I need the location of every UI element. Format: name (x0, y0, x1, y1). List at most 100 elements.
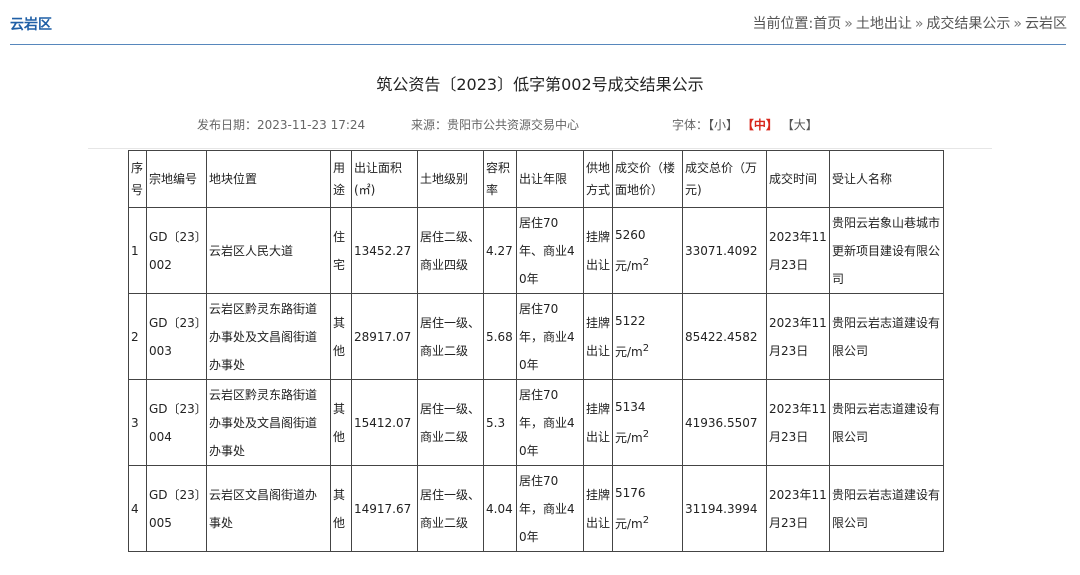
cell-no: 4 (128, 465, 147, 552)
cell-assignee: 贵阳云岩志道建设有限公司 (829, 465, 944, 552)
cell-far: 5.68 (483, 293, 517, 380)
publish-date: 发布日期：2023-11-23 17:24 (197, 116, 365, 133)
cell-total: 85422.4582 (682, 293, 767, 380)
breadcrumb-separator: » (844, 16, 853, 32)
cell-area: 15412.07 (351, 379, 418, 466)
cell-method: 挂牌出让 (583, 207, 613, 294)
header-price: 成交价（楼面地价） (612, 150, 683, 208)
cell-no: 2 (128, 293, 147, 380)
cell-assignee: 贵阳云岩象山巷城市更新项目建设有限公司 (829, 207, 944, 294)
price-value: 5134 (615, 400, 646, 414)
cell-code: GD〔23〕004 (146, 379, 207, 466)
header-total: 成交总价（万元) (682, 150, 767, 208)
cell-no: 1 (128, 207, 147, 294)
cell-location: 云岩区黔灵东路街道办事处及文昌阁街道办事处 (206, 293, 331, 380)
source: 来源：贵阳市公共资源交易中心 (411, 116, 579, 133)
cell-method: 挂牌出让 (583, 293, 613, 380)
cell-assignee: 贵阳云岩志道建设有限公司 (829, 293, 944, 380)
header-method: 供地方式 (583, 150, 613, 208)
cell-location: 云岩区人民大道 (206, 207, 331, 294)
cell-date: 2023年11月23日 (766, 465, 830, 552)
publish-date-value: 2023-11-23 17:24 (257, 118, 366, 132)
cell-area: 14917.67 (351, 465, 418, 552)
cell-location: 云岩区黔灵东路街道办事处及文昌阁街道办事处 (206, 379, 331, 466)
header-code: 宗地编号 (146, 150, 207, 208)
breadcrumb-separator: » (1013, 16, 1022, 32)
cell-price: 5122 元/m2 (612, 293, 683, 380)
cell-use: 其他 (330, 465, 352, 552)
cell-area: 13452.27 (351, 207, 418, 294)
price-unit-exponent: 2 (642, 515, 650, 526)
cell-far: 4.27 (483, 207, 517, 294)
source-value: 贵阳市公共资源交易中心 (447, 118, 580, 132)
price-value: 5260 (615, 228, 646, 242)
font-size-medium-button[interactable]: 【中】 (742, 118, 778, 132)
price-unit-exponent: 2 (642, 343, 650, 354)
breadcrumb-item-district[interactable]: 云岩区 (1025, 16, 1067, 32)
cell-date: 2023年11月23日 (766, 293, 830, 380)
table-header-row: 序号 宗地编号 地块位置 用途 出让面积(㎡) 土地级别 容积率 出让年限 供地… (128, 150, 944, 208)
cell-total: 33071.4092 (682, 207, 767, 294)
cell-location: 云岩区文昌阁街道办事处 (206, 465, 331, 552)
notice-title: 筑公资告〔2023〕低字第002号成交结果公示 (376, 75, 704, 94)
price-value: 5176 (615, 486, 646, 500)
header-date: 成交时间 (766, 150, 830, 208)
cell-total: 31194.3994 (682, 465, 767, 552)
breadcrumb-item-results[interactable]: 成交结果公示 (926, 16, 1010, 32)
header-divider (10, 44, 1066, 45)
font-size-large-button[interactable]: 【大】 (782, 118, 818, 132)
table-row: 1 GD〔23〕002 云岩区人民大道 住宅 13452.27 居住二级、商业四… (128, 207, 944, 294)
header-area: 出让面积(㎡) (351, 150, 418, 208)
price-unit: 元/m (615, 259, 643, 273)
cell-total: 41936.5507 (682, 379, 767, 466)
breadcrumb-prefix: 当前位置: (752, 16, 814, 32)
cell-code: GD〔23〕005 (146, 465, 207, 552)
result-table: 序号 宗地编号 地块位置 用途 出让面积(㎡) 土地级别 容积率 出让年限 供地… (128, 150, 944, 552)
source-label: 来源： (411, 118, 448, 132)
cell-term: 居住70年、商业40年 (516, 207, 584, 294)
cell-code: GD〔23〕002 (146, 207, 207, 294)
cell-level: 居住一级、商业二级 (417, 293, 484, 380)
cell-level: 居住二级、商业四级 (417, 207, 484, 294)
section-title[interactable]: 云岩区 (10, 14, 52, 34)
cell-term: 居住70年，商业40年 (516, 293, 584, 380)
header-assignee: 受让人名称 (829, 150, 944, 208)
header-location: 地块位置 (206, 150, 331, 208)
table-row: 3 GD〔23〕004 云岩区黔灵东路街道办事处及文昌阁街道办事处 其他 154… (128, 379, 944, 466)
header-level: 土地级别 (417, 150, 484, 208)
cell-use: 其他 (330, 379, 352, 466)
cell-method: 挂牌出让 (583, 465, 613, 552)
cell-date: 2023年11月23日 (766, 379, 830, 466)
meta-divider (88, 148, 992, 149)
cell-level: 居住一级、商业二级 (417, 465, 484, 552)
cell-use: 其他 (330, 293, 352, 380)
table-row: 2 GD〔23〕003 云岩区黔灵东路街道办事处及文昌阁街道办事处 其他 289… (128, 293, 944, 380)
breadcrumb-item-home[interactable]: 首页 (813, 16, 841, 32)
header-use: 用途 (330, 150, 352, 208)
cell-price: 5260 元/m2 (612, 207, 683, 294)
breadcrumb-item-land-transfer[interactable]: 土地出让 (856, 16, 912, 32)
cell-term: 居住70年，商业40年 (516, 465, 584, 552)
cell-code: GD〔23〕003 (146, 293, 207, 380)
publish-date-label: 发布日期： (197, 118, 258, 132)
breadcrumb-separator: » (914, 16, 924, 32)
font-size-switcher: 字体：【小】 【中】 【大】 (672, 116, 818, 133)
header-no: 序号 (128, 150, 147, 208)
breadcrumb: 当前位置:首页» 土地出让» 成交结果公示» 云岩区 (753, 13, 1067, 33)
cell-term: 居住70年，商业40年 (516, 379, 584, 466)
price-unit-exponent: 2 (642, 257, 650, 268)
price-unit-exponent: 2 (642, 429, 650, 440)
header-far: 容积率 (483, 150, 517, 208)
price-unit: 元/m (615, 345, 643, 359)
font-size-small-button[interactable]: 【小】 (708, 118, 738, 132)
cell-far: 4.04 (483, 465, 517, 552)
top-bar: 云岩区 当前位置:首页» 土地出让» 成交结果公示» 云岩区 (0, 0, 1080, 46)
price-value: 5122 (615, 314, 646, 328)
cell-date: 2023年11月23日 (766, 207, 830, 294)
cell-price: 5134 元/m2 (612, 379, 683, 466)
font-size-label: 字体： (672, 118, 709, 132)
cell-use: 住宅 (330, 207, 352, 294)
cell-level: 居住一级、商业二级 (417, 379, 484, 466)
cell-far: 5.3 (483, 379, 517, 466)
cell-price: 5176 元/m2 (612, 465, 683, 552)
